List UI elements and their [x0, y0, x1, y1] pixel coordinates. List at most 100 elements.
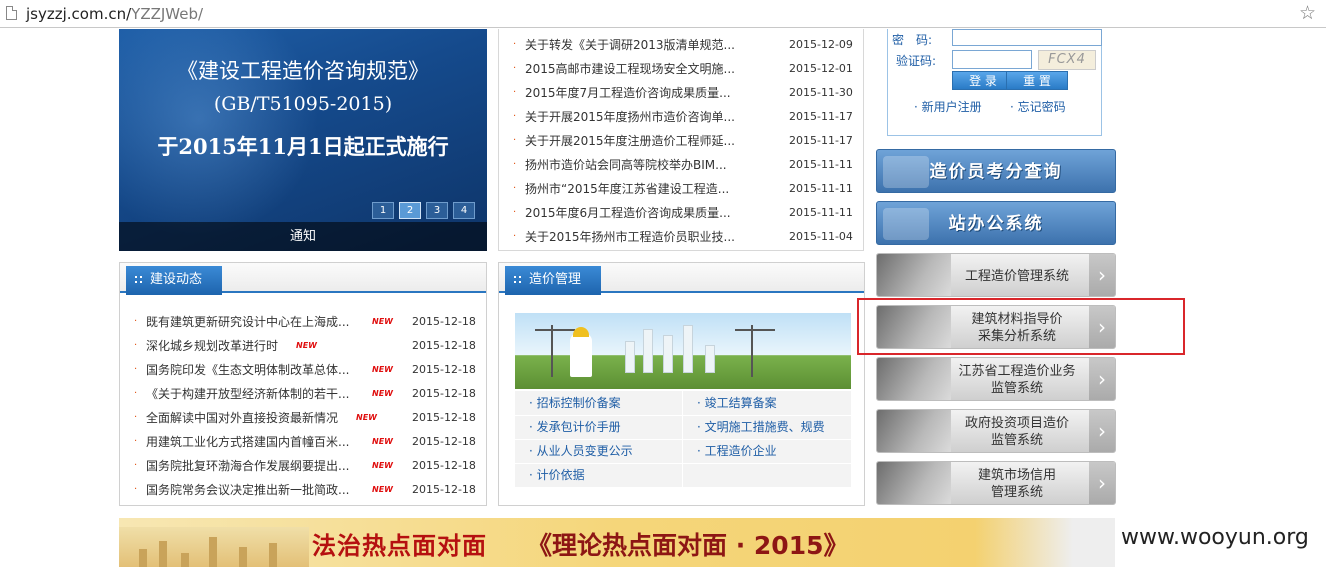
- browser-address-bar[interactable]: jsyzzj.com.cn/YZZJWeb/ ☆: [0, 0, 1326, 28]
- panel-header: 造价管理: [499, 263, 864, 295]
- news-item[interactable]: · 《关于构建开放型经济新体制的若干... NEW 2015-12-18: [134, 382, 478, 406]
- news-item[interactable]: · 2015高邮市建设工程现场安全文明施... 2015-12-01: [513, 57, 853, 81]
- news-title[interactable]: 扬州市造价站会同高等院校举办BIM...: [525, 153, 727, 177]
- bullet-icon: ·: [134, 388, 138, 399]
- news-title[interactable]: 2015年度6月工程造价咨询成果质量...: [525, 201, 731, 225]
- new-badge: NEW: [372, 437, 393, 446]
- banner-slider[interactable]: 《建设工程造价咨询规范》 (GB/T51095-2015) 于2015年11月1…: [119, 29, 487, 251]
- bullet-icon: ·: [513, 135, 517, 146]
- system-button[interactable]: 政府投资项目造价 监管系统 ›: [876, 409, 1116, 453]
- news-title[interactable]: 关于开展2015年度扬州市造价咨询单...: [525, 105, 735, 129]
- slider-caption[interactable]: 通知: [119, 222, 487, 251]
- bottom-banner[interactable]: 法治热点面对面 《理论热点面对面 · 2015》: [119, 518, 1115, 567]
- login-button[interactable]: 登 录: [952, 71, 1014, 90]
- cost-link[interactable]: · 计价依据: [529, 463, 585, 487]
- cost-link[interactable]: · 竣工结算备案: [697, 391, 777, 415]
- news-item[interactable]: · 全面解读中国对外直接投资最新情况 NEW 2015-12-18: [134, 406, 478, 430]
- cost-link[interactable]: · 工程造价企业: [697, 439, 777, 463]
- news-item[interactable]: · 既有建筑更新研究设计中心在上海成... NEW 2015-12-18: [134, 310, 478, 334]
- chevron-right-icon: ›: [1089, 462, 1115, 504]
- system-button-label: 政府投资项目造价: [964, 416, 1069, 431]
- news-title[interactable]: 关于开展2015年度注册造价工程师延...: [525, 129, 735, 153]
- news-title[interactable]: 关于2015年扬州市工程造价员职业技...: [525, 225, 735, 249]
- news-item[interactable]: · 国务院常务会议决定推出新一批简政... NEW 2015-12-18: [134, 478, 478, 502]
- system-button-label: 造价员考分查询: [929, 162, 1063, 182]
- url-path: YZZJWeb/: [131, 5, 204, 23]
- news-title[interactable]: 关于转发《关于调研2013版清单规范...: [525, 33, 735, 57]
- tab-label: 建设动态: [150, 272, 203, 287]
- news-item[interactable]: · 关于开展2015年度扬州市造价咨询单... 2015-11-17: [513, 105, 853, 129]
- new-badge: NEW: [372, 389, 393, 398]
- news-title[interactable]: 既有建筑更新研究设计中心在上海成...: [146, 310, 349, 334]
- bullet-icon: ·: [134, 364, 138, 375]
- news-date: 2015-11-11: [789, 182, 853, 195]
- news-title[interactable]: 用建筑工业化方式搭建国内首幢百米...: [146, 430, 349, 454]
- register-link[interactable]: · 新用户注册: [914, 98, 982, 115]
- bullet-icon: ·: [513, 183, 517, 194]
- tab-label: 造价管理: [529, 272, 582, 287]
- slider-page-button[interactable]: 4: [453, 202, 475, 219]
- bookmark-star-icon[interactable]: ☆: [1299, 2, 1316, 24]
- banner-text-secondary: 《理论热点面对面 · 2015》: [527, 531, 849, 560]
- news-item[interactable]: · 2015年度6月工程造价咨询成果质量... 2015-11-11: [513, 201, 853, 225]
- slider-page-button-active[interactable]: 2: [399, 202, 421, 219]
- news-item[interactable]: · 国务院印发《生态文明体制改革总体... NEW 2015-12-18: [134, 358, 478, 382]
- news-item[interactable]: · 深化城乡规划改革进行时 NEW 2015-12-18: [134, 334, 478, 358]
- system-button[interactable]: 工程造价管理系统 ›: [876, 253, 1116, 297]
- news-title[interactable]: 国务院常务会议决定推出新一批简政...: [146, 478, 349, 502]
- cost-link[interactable]: · 招标控制价备案: [529, 391, 621, 415]
- slider-page-button[interactable]: 3: [426, 202, 448, 219]
- news-title[interactable]: 深化城乡规划改革进行时: [146, 334, 278, 358]
- banner-text-primary: 法治热点面对面: [312, 532, 487, 560]
- news-date: 2015-12-18: [412, 339, 476, 352]
- news-item[interactable]: · 关于开展2015年度注册造价工程师延... 2015-11-17: [513, 129, 853, 153]
- news-item[interactable]: · 用建筑工业化方式搭建国内首幢百米... NEW 2015-12-18: [134, 430, 478, 454]
- crane-shape: [551, 325, 553, 377]
- system-button[interactable]: 建筑市场信用 管理系统 ›: [876, 461, 1116, 505]
- news-item[interactable]: · 关于转发《关于调研2013版清单规范... 2015-12-09: [513, 33, 853, 57]
- building-shape: [705, 345, 715, 373]
- tab-dots-icon: [514, 276, 521, 283]
- system-button-text: 工程造价管理系统: [945, 254, 1089, 296]
- cost-link[interactable]: · 发承包计价手册: [529, 415, 621, 439]
- cost-link[interactable]: · 文明施工措施费、规费: [697, 415, 825, 439]
- news-title[interactable]: 国务院批复环渤海合作发展纲要提出...: [146, 454, 349, 478]
- password-input[interactable]: [952, 29, 1102, 46]
- news-item[interactable]: · 关于2015年扬州市工程造价员职业技... 2015-11-04: [513, 225, 853, 249]
- system-button[interactable]: 站办公系统: [876, 201, 1116, 245]
- chevron-right-icon: ›: [1089, 254, 1115, 296]
- news-item[interactable]: · 国务院批复环渤海合作发展纲要提出... NEW 2015-12-18: [134, 454, 478, 478]
- reset-button[interactable]: 重 置: [1006, 71, 1068, 90]
- news-title[interactable]: 《关于构建开放型经济新体制的若干...: [146, 382, 349, 406]
- url-host: jsyzzj.com.cn/: [26, 5, 132, 23]
- new-badge: NEW: [372, 485, 393, 494]
- news-title[interactable]: 2015年度7月工程造价咨询成果质量...: [525, 81, 731, 105]
- url-field[interactable]: jsyzzj.com.cn/YZZJWeb/: [26, 5, 203, 23]
- new-badge: NEW: [372, 317, 393, 326]
- system-button[interactable]: 江苏省工程造价业务 监管系统 ›: [876, 357, 1116, 401]
- tab-construction-news[interactable]: 建设动态: [126, 266, 223, 295]
- news-title[interactable]: 2015高邮市建设工程现场安全文明施...: [525, 57, 735, 81]
- news-title[interactable]: 扬州市“2015年度江苏省建设工程造...: [525, 177, 729, 201]
- news-item[interactable]: · 扬州市“2015年度江苏省建设工程造... 2015-11-11: [513, 177, 853, 201]
- new-badge: NEW: [356, 413, 377, 422]
- system-button-label: 工程造价管理系统: [964, 268, 1069, 284]
- news-date: 2015-11-04: [789, 230, 853, 243]
- slider-title-line2: (GB/T51095-2015): [213, 93, 393, 115]
- bullet-icon: ·: [513, 63, 517, 74]
- highlight-box: [857, 298, 1185, 355]
- system-button-label: 监管系统: [990, 381, 1043, 396]
- captcha-image[interactable]: FCX4: [1038, 50, 1096, 70]
- forgot-password-link[interactable]: · 忘记密码: [1010, 98, 1066, 115]
- building-shape: [663, 335, 673, 373]
- news-title[interactable]: 国务院印发《生态文明体制改革总体...: [146, 358, 349, 382]
- system-button-label: 站办公系统: [948, 214, 1044, 234]
- tab-cost-management[interactable]: 造价管理: [505, 266, 602, 295]
- news-item[interactable]: · 扬州市造价站会同高等院校举办BIM... 2015-11-11: [513, 153, 853, 177]
- news-title[interactable]: 全面解读中国对外直接投资最新情况: [146, 406, 338, 430]
- cost-link[interactable]: · 从业人员变更公示: [529, 439, 633, 463]
- captcha-input[interactable]: [952, 50, 1032, 69]
- system-button[interactable]: 造价员考分查询: [876, 149, 1116, 193]
- slider-page-button[interactable]: 1: [372, 202, 394, 219]
- news-item[interactable]: · 2015年度7月工程造价咨询成果质量... 2015-11-30: [513, 81, 853, 105]
